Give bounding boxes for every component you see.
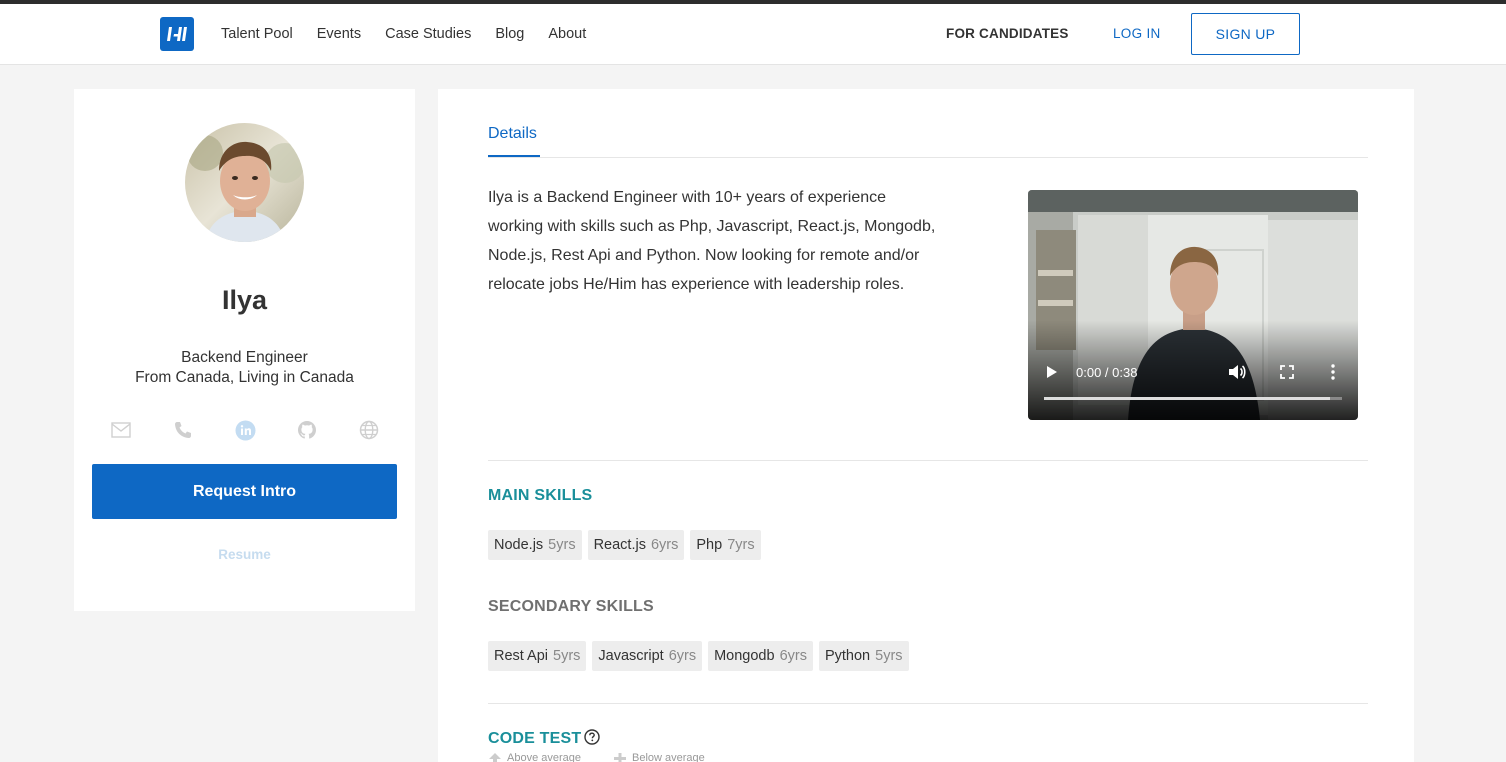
candidate-role: Backend Engineer — [181, 349, 308, 366]
nav-talent-pool[interactable]: Talent Pool — [221, 26, 293, 42]
log-in-link[interactable]: LOG IN — [1113, 26, 1161, 41]
skill-years: 5yrs — [548, 537, 576, 553]
play-icon[interactable] — [1046, 365, 1058, 379]
skill-name: Php — [696, 537, 723, 553]
main-skills-list: Node.js 5yrs React.js 6yrs Php 7yrs — [488, 530, 761, 560]
candidate-bio: Ilya is a Backend Engineer with 10+ year… — [488, 189, 936, 293]
nav-events[interactable]: Events — [317, 26, 361, 42]
profile-card: Ilya Backend Engineer From Canada, Livin… — [74, 89, 415, 611]
skill-name: Rest Api — [494, 648, 548, 664]
skill-years: 6yrs — [650, 537, 679, 553]
skill-chip: Rest Api 5yrs — [488, 641, 587, 671]
tab-details[interactable]: Details — [488, 125, 537, 143]
navbar: Talent Pool Events Case Studies Blog Abo… — [0, 4, 1506, 65]
skill-chip: Javascript 6yrs — [592, 641, 703, 671]
avatar — [185, 123, 304, 242]
skill-chip: Python 5yrs — [818, 641, 909, 671]
globe-icon[interactable] — [358, 419, 380, 441]
video-progress-fill — [1044, 397, 1331, 400]
nav-blog[interactable]: Blog — [495, 26, 524, 42]
github-icon[interactable] — [296, 419, 318, 441]
main-nav: Talent Pool Events Case Studies Blog Abo… — [221, 4, 586, 64]
section-divider — [488, 703, 1368, 704]
secondary-skills-title: SECONDARY SKILLS — [488, 598, 654, 615]
more-options-icon[interactable] — [1331, 364, 1335, 380]
request-intro-button[interactable]: Request Intro — [92, 464, 397, 519]
fullscreen-icon[interactable] — [1280, 365, 1294, 379]
linkedin-icon[interactable] — [234, 419, 256, 441]
skill-years: 6yrs — [668, 648, 697, 664]
skill-years: 5yrs — [875, 648, 903, 664]
skill-name: Javascript — [598, 648, 664, 664]
legend-label: Above average — [507, 752, 581, 762]
candidate-location: From Canada, Living in Canada — [135, 369, 354, 386]
skill-chip: Node.js 5yrs — [488, 530, 582, 560]
nav-case-studies[interactable]: Case Studies — [385, 26, 471, 42]
legend-below-average: Below average — [613, 752, 705, 762]
skill-name: Python — [824, 648, 871, 664]
arrow-up-icon — [489, 753, 501, 762]
secondary-skills-list: Rest Api 5yrs Javascript 6yrs Mongodb 6yrs … — [488, 641, 909, 671]
video-time: 0:00 / 0:38 — [1076, 365, 1138, 380]
skill-name: Mongodb — [714, 648, 775, 664]
tab-divider — [488, 157, 1368, 158]
legend-above-average: Above average — [488, 752, 581, 762]
video-progress-bar[interactable] — [1044, 397, 1342, 400]
skill-chip: React.js 6yrs — [587, 530, 685, 560]
section-divider — [488, 460, 1368, 461]
nav-about[interactable]: About — [548, 26, 586, 42]
volume-icon[interactable] — [1228, 364, 1246, 380]
code-test-title: CODE TEST — [488, 730, 582, 747]
skill-years: 7yrs — [727, 537, 755, 553]
skill-chip: Php 7yrs — [690, 530, 761, 560]
mail-icon[interactable] — [110, 419, 132, 441]
help-icon[interactable] — [584, 729, 600, 745]
legend-label: Below average — [632, 752, 705, 762]
resume-link[interactable]: Resume — [74, 547, 415, 562]
brand-logo[interactable] — [160, 17, 194, 51]
cross-icon — [614, 753, 626, 762]
phone-icon[interactable] — [172, 419, 194, 441]
contact-icons — [110, 419, 380, 441]
skill-name: React.js — [593, 537, 646, 553]
main-skills-title: MAIN SKILLS — [488, 487, 593, 504]
for-candidates-link[interactable]: FOR CANDIDATES — [946, 26, 1069, 41]
skill-years: 6yrs — [779, 648, 807, 664]
sign-up-button[interactable]: SIGN UP — [1191, 13, 1300, 55]
intro-video-player[interactable]: 0:00 / 0:38 — [1028, 190, 1358, 420]
candidate-name: Ilya — [221, 285, 268, 315]
details-card: Details Ilya is a Backend Engineer with … — [438, 89, 1414, 762]
skill-name: Node.js — [494, 537, 544, 553]
skill-years: 5yrs — [553, 648, 581, 664]
skill-chip: Mongodb 6yrs — [708, 641, 813, 671]
